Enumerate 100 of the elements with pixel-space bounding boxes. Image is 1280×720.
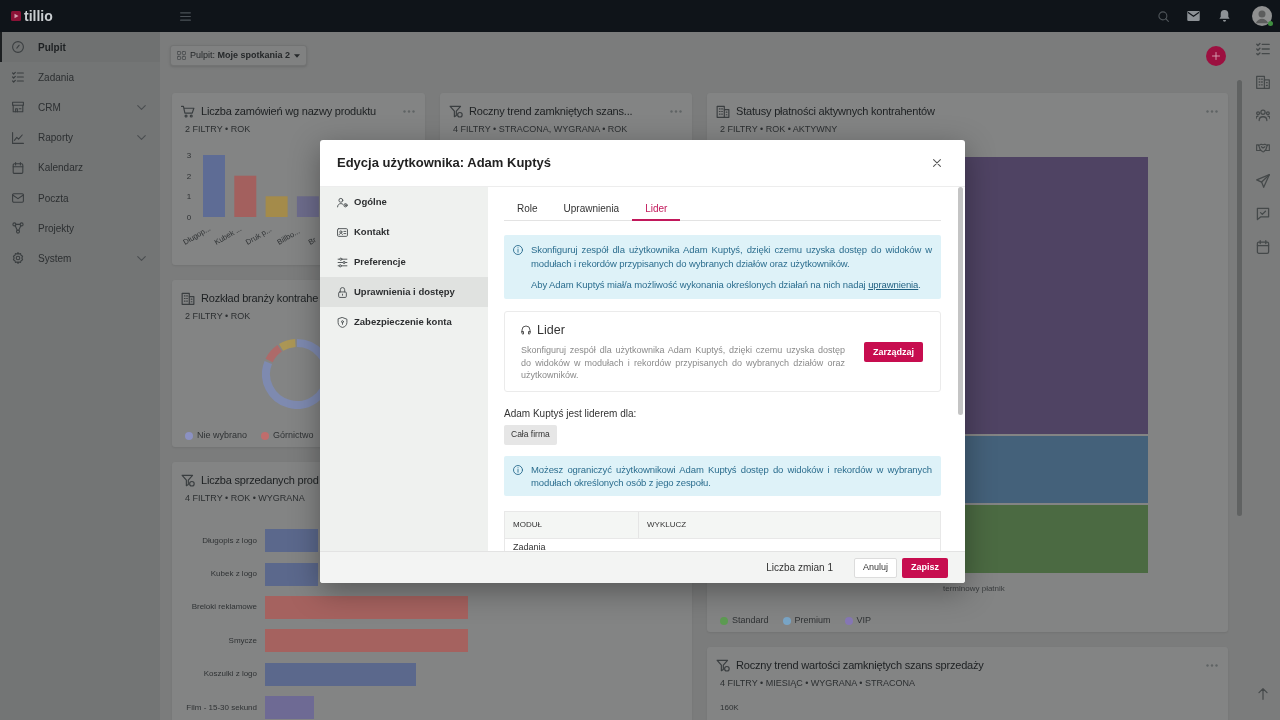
bar-label: Film - 15-30 sekund [185,701,257,714]
envelope-icon [12,192,24,205]
tab[interactable]: Role [504,197,551,221]
id-card-icon [337,226,348,238]
info-icon [513,245,523,255]
more-icon[interactable] [1206,109,1218,113]
building-icon[interactable] [1255,75,1270,89]
legend-label: Standard [732,615,769,626]
chat-check-icon[interactable] [1255,207,1270,221]
legend-label: Premium [794,615,831,626]
tab[interactable]: Lider [632,197,681,221]
legend-label: Górnictwo [273,430,314,441]
info-icon [513,464,523,475]
sidebar-item[interactable]: Kalendarz [0,152,160,183]
legend-label: VIP [856,615,872,626]
gear-icon [12,252,24,265]
sidebar-item[interactable]: Poczta [0,182,160,214]
card-filters: 4 FILTRY • STRACONA, WYGRANA • ROK [453,124,628,134]
add-button[interactable] [1206,45,1226,66]
line-chart-icon [12,131,24,144]
nav-item[interactable]: Preferencje [320,247,488,277]
card-title: Roczny trend zamkniętych szans... [469,104,633,119]
card-title: Liczba sprzedanych prod [201,473,319,488]
bar-label: Koszulki z logo [202,668,257,681]
manage-button[interactable]: Zarządzaj [864,342,923,363]
funnel-icon [181,473,195,487]
legend-label: Nie wybrano [197,430,248,441]
more-icon[interactable] [403,109,415,113]
sidebar-item[interactable]: System [0,243,160,274]
users-icon[interactable] [1255,108,1270,122]
scrollbar[interactable] [958,187,963,415]
avatar[interactable] [1252,6,1272,26]
funnel-icon [716,658,730,672]
change-count: Liczba zmian 1 [766,561,833,575]
info-text: Skonfiguruj zespół dla użytkownika Adam Kuptyś, dzięki czemu uzyska dostęp do widoków w modułach i rekordów przypisanych do wybranych działów oraz użytkowników. [531,243,932,271]
axis-tick-label: 0 [186,213,192,222]
more-icon[interactable] [670,109,682,113]
save-button[interactable]: Zapisz [902,557,948,578]
bar-label: Długopis z logo [201,534,257,547]
card-title: Statusy płatności aktywnych kontrahentów [736,104,935,119]
card-title: Liczba zamówień wg nazwy produktu [201,104,376,119]
caret-icon [294,53,301,58]
dashboard-selector[interactable]: Pulpit: Moje spotkania 2 [170,45,308,66]
sidebar-item[interactable]: Pulpit [0,32,160,63]
modal-title: Edycja użytkownika: Adam Kuptyś [337,154,552,173]
chart-bar [234,175,257,217]
card-filters: 2 FILTRY • ROK [185,311,251,321]
sidebar-item[interactable]: Projekty [0,213,160,244]
nav-item[interactable]: Ogólne [320,187,488,217]
logo-icon [11,11,21,21]
building-icon [181,291,195,305]
leader-description: Skonfiguruj zespół dla użytkownika Adam Kuptyś, dzięki czemu uzyska dostęp do widoków w modułach i rekordów przypisanych do wybranych działów oraz użytkowników. [521,344,845,382]
calendar-icon[interactable] [1255,240,1270,254]
sidebar-item[interactable]: CRM [0,92,160,123]
mail-icon[interactable] [1187,11,1200,21]
info-text: Możesz ograniczyć użytkownikowi Adam Kuptyś dostęp do widoków i rekordów w wybranych modułach określonych osób z jego zespołu. [531,462,932,489]
gauge-icon [12,41,24,54]
tab[interactable]: Uprawnienia [550,197,633,221]
checklist-icon[interactable] [1255,42,1270,56]
grid-icon [177,51,186,60]
shield-icon [337,316,348,328]
category-label: terminowy płatnik [943,584,1005,594]
close-icon [933,159,941,167]
table-header-cell: MODUŁ [505,511,639,538]
axis-tick-label: 3 [186,151,192,160]
info-text: Aby Adam Kuptyś miał/a możliwość wykonania określonych działań na nich nadaj uprawnienia. [531,278,922,292]
team-chip: Cała firma [504,424,557,445]
chevron-down-icon [137,135,146,141]
scrollbar[interactable] [1237,80,1242,516]
leader-title: Lider [537,323,565,337]
send-icon[interactable] [1255,174,1270,188]
sidebar-item[interactable]: Zadania [0,62,160,93]
leader-of-label: Adam Kuptyś jest liderem dla: [504,407,637,420]
nav-item[interactable]: Uprawnienia i dostępy [320,277,488,307]
lock-icon [337,286,348,298]
cart-icon [181,104,195,118]
checklist-icon [12,71,24,84]
cancel-button[interactable]: Anuluj [853,557,897,578]
chevron-down-icon [137,104,146,110]
axis-tick-label: 1 [186,192,192,202]
handshake-icon[interactable] [1255,141,1270,155]
bell-icon[interactable] [1219,10,1230,22]
nav-item[interactable]: Kontakt [320,217,488,247]
card-filters: 4 FILTRY • ROK • WYGRANA [185,493,305,503]
bar-label: Smycze [227,634,257,647]
bar-label: Breloki reklamowe [190,601,257,614]
menu-icon[interactable] [180,11,191,21]
plus-icon [1212,51,1220,60]
arrow-up-icon[interactable] [1257,688,1268,700]
calendar-icon [12,161,24,174]
chevron-down-icon [137,255,146,261]
nav-item[interactable]: Zabezpieczenie konta [320,307,488,337]
search-icon[interactable] [1158,10,1169,22]
funnel-icon [449,104,463,118]
store-icon [12,101,24,114]
axis-tick-label: 160K [720,703,739,713]
sidebar-item[interactable]: Raporty [0,122,160,153]
more-icon[interactable] [1206,663,1218,667]
close-button[interactable] [931,157,943,169]
chart-bar [296,196,319,217]
